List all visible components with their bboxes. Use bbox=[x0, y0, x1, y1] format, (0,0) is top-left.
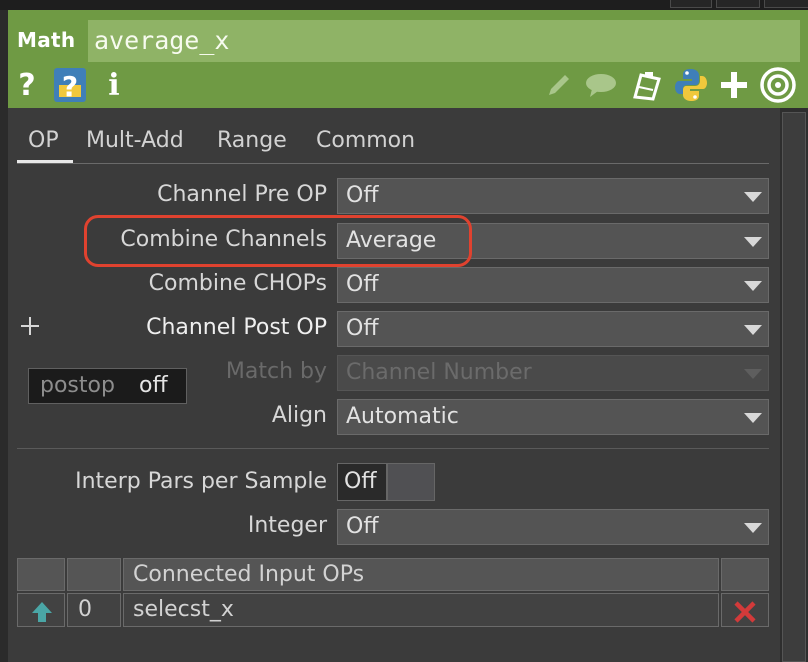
window-control[interactable] bbox=[716, 0, 760, 8]
op-name-field[interactable]: average_x bbox=[88, 20, 800, 62]
tooltip-param-name: postop bbox=[40, 373, 115, 398]
python-icon[interactable] bbox=[672, 66, 710, 104]
channel-post-op-value: Off bbox=[346, 316, 379, 341]
match-by-menu: Channel Number bbox=[337, 355, 769, 391]
interp-pars-toggle-on[interactable] bbox=[387, 463, 435, 501]
table-row-index-cell: 0 bbox=[67, 593, 121, 627]
remove-icon[interactable] bbox=[734, 601, 756, 623]
plus-icon bbox=[20, 316, 40, 336]
align-label: Align bbox=[271, 403, 327, 428]
tab-divider bbox=[17, 163, 769, 164]
chevron-down-icon bbox=[744, 237, 762, 247]
channel-post-op-label: Channel Post OP bbox=[146, 315, 327, 340]
table-header-cell: Connected Input OPs bbox=[123, 558, 719, 591]
channel-post-op-menu[interactable]: Off bbox=[337, 311, 769, 347]
integer-label: Integer bbox=[247, 513, 327, 538]
input-op-name: selecst_x bbox=[133, 597, 234, 622]
pencil-icon[interactable] bbox=[544, 66, 574, 104]
channel-pre-op-label: Channel Pre OP bbox=[157, 182, 327, 207]
tab-mult-add[interactable]: Mult-Add bbox=[86, 128, 184, 153]
chevron-down-icon bbox=[744, 413, 762, 423]
tab-common[interactable]: Common bbox=[316, 128, 415, 153]
comment-icon[interactable] bbox=[584, 66, 618, 104]
viewer-target-icon[interactable] bbox=[758, 66, 798, 104]
python-help-icon[interactable]: ? bbox=[52, 66, 88, 104]
scrollbar-thumb[interactable] bbox=[782, 112, 806, 662]
clipboard-icon[interactable] bbox=[628, 66, 664, 104]
parameter-name-tooltip: postop off bbox=[28, 368, 187, 404]
match-by-value: Channel Number bbox=[346, 360, 532, 385]
channel-pre-op-value: Off bbox=[346, 183, 379, 208]
align-value: Automatic bbox=[346, 404, 459, 429]
integer-menu[interactable]: Off bbox=[337, 509, 769, 545]
chevron-down-icon bbox=[744, 523, 762, 533]
table-row-arrow-cell[interactable] bbox=[17, 593, 65, 627]
align-menu[interactable]: Automatic bbox=[337, 399, 769, 435]
combine-chops-value: Off bbox=[346, 272, 379, 297]
chevron-down-icon bbox=[744, 325, 762, 335]
section-divider bbox=[17, 448, 769, 449]
table-header-cell bbox=[17, 558, 65, 591]
tab-range[interactable]: Range bbox=[217, 128, 287, 153]
channel-pre-op-menu[interactable]: Off bbox=[337, 178, 769, 214]
table-header-cell bbox=[67, 558, 121, 591]
table-row-remove-cell[interactable] bbox=[721, 593, 769, 627]
chevron-down-icon bbox=[744, 192, 762, 202]
highlight-annotation bbox=[84, 215, 472, 267]
connected-inputs-header: Connected Input OPs bbox=[133, 562, 365, 587]
op-type-label: Math bbox=[17, 28, 76, 52]
chevron-down-icon bbox=[744, 369, 762, 379]
window-control[interactable] bbox=[764, 0, 808, 8]
tab-op[interactable]: OP bbox=[28, 128, 59, 153]
help-icon[interactable]: ? bbox=[14, 66, 40, 104]
chevron-down-icon bbox=[744, 281, 762, 291]
table-row-name-cell[interactable]: selecst_x bbox=[123, 593, 719, 627]
input-index: 0 bbox=[78, 597, 92, 622]
table-header-cell bbox=[721, 558, 769, 591]
combine-chops-label: Combine CHOPs bbox=[148, 271, 327, 296]
add-icon[interactable] bbox=[718, 66, 750, 104]
info-icon[interactable]: i bbox=[104, 66, 124, 104]
left-gutter bbox=[0, 108, 8, 662]
interp-pars-label: Interp Pars per Sample bbox=[75, 469, 327, 494]
combine-chops-menu[interactable]: Off bbox=[337, 267, 769, 303]
arrow-up-icon[interactable] bbox=[31, 601, 53, 623]
svg-text:?: ? bbox=[62, 70, 78, 103]
window-control[interactable] bbox=[670, 0, 712, 8]
match-by-label: Match by bbox=[225, 359, 327, 384]
tooltip-param-value: off bbox=[139, 373, 168, 398]
interp-pars-toggle-off[interactable]: Off bbox=[337, 463, 387, 501]
integer-value: Off bbox=[346, 514, 379, 539]
